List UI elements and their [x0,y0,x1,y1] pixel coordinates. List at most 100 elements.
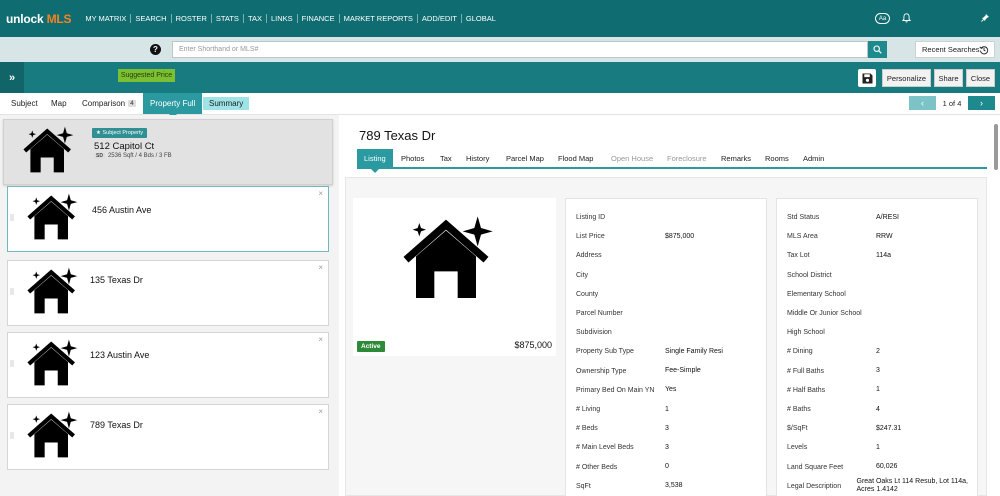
nav-item-roster[interactable]: ROSTER [170,14,211,23]
logo-text-mls: MLS [46,11,72,26]
drag-handle-icon[interactable] [10,214,14,221]
bell-icon[interactable] [901,12,912,25]
nav-item-global[interactable]: GLOBAL [460,14,500,23]
tab-comparison-label: Comparison [82,99,126,108]
field-value: 4 [876,405,880,413]
history-icon [979,46,989,55]
nav-item-tax[interactable]: TAX [242,14,266,23]
field-label: # Dining [787,348,813,356]
save-button[interactable] [858,69,876,87]
pager-prev-button[interactable]: ‹ [909,96,936,110]
comparison-count-badge: 4 [128,100,136,107]
suggested-price-button[interactable]: Suggested Price [118,69,175,82]
detail-row: Subdivision [576,323,766,342]
search-icon [873,45,882,54]
property-tab-admin[interactable]: Admin [803,149,824,167]
recent-searches-button[interactable]: Recent Searches [915,41,995,58]
detail-row: Listing ID [576,208,766,227]
nav-item-my-matrix[interactable]: MY MATRIX [81,14,130,23]
field-label: County [576,290,599,298]
house-icon [26,193,82,243]
comparable-card[interactable]: 456 Austin Ave × [7,186,329,252]
field-label: Ownership Type [576,367,627,375]
property-tab-rooms[interactable]: Rooms [765,149,789,167]
listing-photo-card[interactable]: Active $875,000 [353,198,556,356]
house-icon [26,339,82,389]
star-icon: ★ [96,130,101,136]
detail-row: # Main Level Beds 3 [576,438,766,457]
close-icon[interactable]: × [318,407,323,416]
field-label: Tax Lot [787,252,810,260]
nav-item-add-edit[interactable]: ADD/EDIT [416,14,461,23]
comparable-address: 456 Austin Ave [92,205,152,215]
unlock-mls-logo[interactable]: unlock MLS [6,11,72,26]
search-bar: ? Enter Shorthand or MLS# Recent Searche… [0,37,1000,62]
house-icon [401,214,501,304]
close-icon[interactable]: × [318,263,323,272]
nav-item-market-reports[interactable]: MARKET REPORTS [338,14,417,23]
field-label: School District [787,271,832,279]
field-label: Primary Bed On Main YN [576,386,655,394]
property-tab-photos[interactable]: Photos [401,149,424,167]
tab-property-full[interactable]: Property Full [143,93,203,118]
expand-sidebar-button[interactable]: » [0,62,24,93]
subject-details: SD 2536 Sqft / 4 Bds / 3 FB [94,153,172,159]
nav-item-finance[interactable]: FINANCE [296,14,339,23]
recent-searches-label: Recent Searches [922,45,980,54]
nav-item-links[interactable]: LINKS [265,14,297,23]
field-value: 2 [876,347,880,355]
drag-handle-icon[interactable] [10,432,14,439]
tab-comparison[interactable]: Comparison 4 [82,93,136,114]
nav-item-search[interactable]: SEARCH [130,14,170,23]
nav-item-stats[interactable]: STATS [210,14,243,23]
text-size-button[interactable]: Aa [875,13,890,24]
detail-row: Middle Or Junior School [787,304,977,323]
help-icon[interactable]: ? [150,44,161,55]
property-tab-foreclosure[interactable]: Foreclosure [667,149,707,167]
drag-handle-icon[interactable] [10,360,14,367]
close-button[interactable]: Close [966,69,995,87]
close-icon[interactable]: × [318,335,323,344]
property-tab-flood-map[interactable]: Flood Map [558,149,593,167]
tab-map[interactable]: Map [51,93,67,114]
field-label: # Living [576,406,601,413]
field-value: 3 [665,424,669,432]
field-label: MLS Area [787,233,818,241]
property-tab-parcel-map[interactable]: Parcel Map [506,149,544,167]
personalize-button[interactable]: Personalize [882,69,931,87]
listing-details-right: Std Status A/RESI MLS Area RRW Tax Lot 114a Sc… [776,198,978,496]
field-value: 3,538 [665,482,683,490]
house-icon [26,411,82,461]
comparable-card[interactable]: 135 Texas Dr × [7,260,329,326]
search-button[interactable] [868,41,887,58]
detail-row: Ownership Type Fee-Simple [576,362,766,381]
pager-next-button[interactable]: › [968,96,995,110]
detail-row: High School [787,323,977,342]
comparable-card[interactable]: 789 Texas Dr × [7,404,329,470]
detail-row: Tax Lot 114a [787,246,977,265]
property-tab-history[interactable]: History [466,149,489,167]
field-label: Parcel Number [576,310,623,317]
close-icon[interactable]: × [318,189,323,198]
subject-property-card[interactable]: ★ Subject Property 512 Capitol Ct SD 2536… [3,119,333,185]
property-tab-listing[interactable]: Listing [357,149,393,173]
search-input[interactable]: Enter Shorthand or MLS# [172,41,868,58]
tab-summary[interactable]: Summary [203,97,250,110]
detail-row: # Full Baths 3 [787,362,977,381]
drag-handle-icon[interactable] [10,288,14,295]
detail-row: Address [576,246,766,265]
property-detail-panel: 789 Texas Dr Listing Photos Tax History Parc… [339,115,1000,496]
property-tab-tax[interactable]: Tax [440,149,452,167]
property-tab-open-house[interactable]: Open House [611,149,653,167]
property-tab-remarks[interactable]: Remarks [721,149,751,167]
comparable-card[interactable]: 123 Austin Ave × [7,332,329,398]
comparable-address: 135 Texas Dr [90,275,143,285]
share-button[interactable]: Share [934,69,963,87]
subject-address: 512 Capitol Ct [94,141,155,152]
scrollbar-thumb[interactable] [994,124,998,170]
field-value: 60,026 [876,463,898,471]
chevron-right-icon: › [980,98,983,108]
tab-subject[interactable]: Subject [11,93,38,114]
pin-icon[interactable] [981,13,990,24]
field-value: 1 [876,386,880,394]
